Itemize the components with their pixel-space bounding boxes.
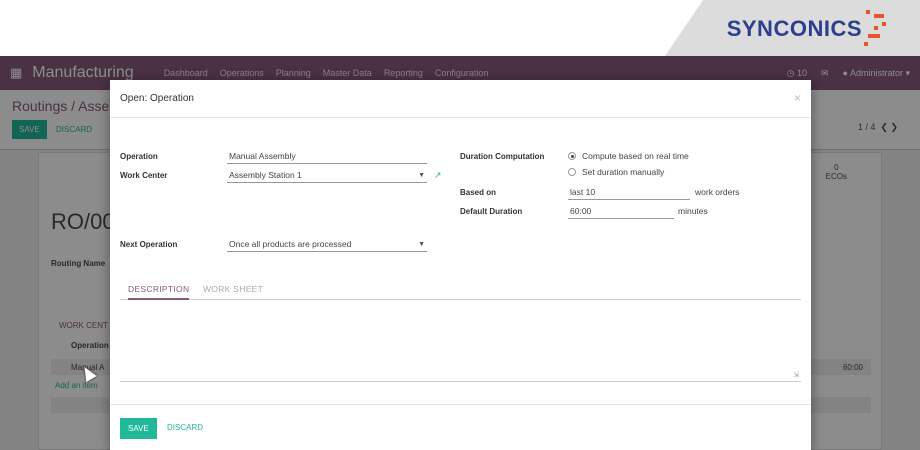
brand-mark-icon [864,10,886,46]
operation-dialog: Open: Operation × Operation Manual Assem… [110,80,811,450]
external-link-icon[interactable]: ↗ [434,170,442,181]
based-on-label: Based on [460,188,497,197]
operation-input[interactable]: Manual Assembly [227,150,427,164]
based-on-unit: work orders [695,187,740,197]
dialog-footer: SAVE DISCARD [110,404,811,450]
duration-computation-label: Duration Computation [460,152,545,161]
radio-set-duration-manually[interactable]: Set duration manually [568,167,664,177]
default-duration-unit: minutes [678,206,708,216]
radio-real-time-label: Compute based on real time [582,151,689,161]
close-icon[interactable]: × [794,91,801,105]
tab-description[interactable]: DESCRIPTION [128,284,190,300]
dialog-tabs: DESCRIPTION WORK SHEET [120,280,801,300]
next-operation-label: Next Operation [120,240,178,249]
radio-unchecked-icon [568,168,576,176]
chevron-down-icon: ▼ [418,172,425,179]
dialog-title: Open: Operation [120,93,194,104]
work-center-select[interactable]: Assembly Station 1 ▼ [227,169,427,183]
resize-handle-icon[interactable]: ⇲ [793,371,799,379]
save-button[interactable]: SAVE [120,418,157,439]
dialog-header: Open: Operation × [110,80,811,118]
discard-button[interactable]: DISCARD [167,423,203,432]
default-duration-label: Default Duration [460,207,523,216]
next-operation-select[interactable]: Once all products are processed ▼ [227,238,427,252]
radio-manual-label: Set duration manually [582,167,665,177]
default-duration-input[interactable]: 60:00 [568,205,674,219]
radio-compute-real-time[interactable]: Compute based on real time [568,151,689,161]
chevron-down-icon: ▼ [418,241,425,248]
work-center-value: Assembly Station 1 [229,170,302,180]
radio-checked-icon [568,152,576,160]
operation-label: Operation [120,152,158,161]
brand-bar: SYNCONICS [0,0,920,56]
work-center-label: Work Center [120,171,168,180]
brand-logo-text: SYNCONICS [726,16,862,41]
next-operation-value: Once all products are processed [229,239,352,249]
based-on-input[interactable]: last 10 [568,186,690,200]
description-textarea[interactable]: ⇲ [120,310,801,382]
tab-work-sheet[interactable]: WORK SHEET [203,284,263,294]
